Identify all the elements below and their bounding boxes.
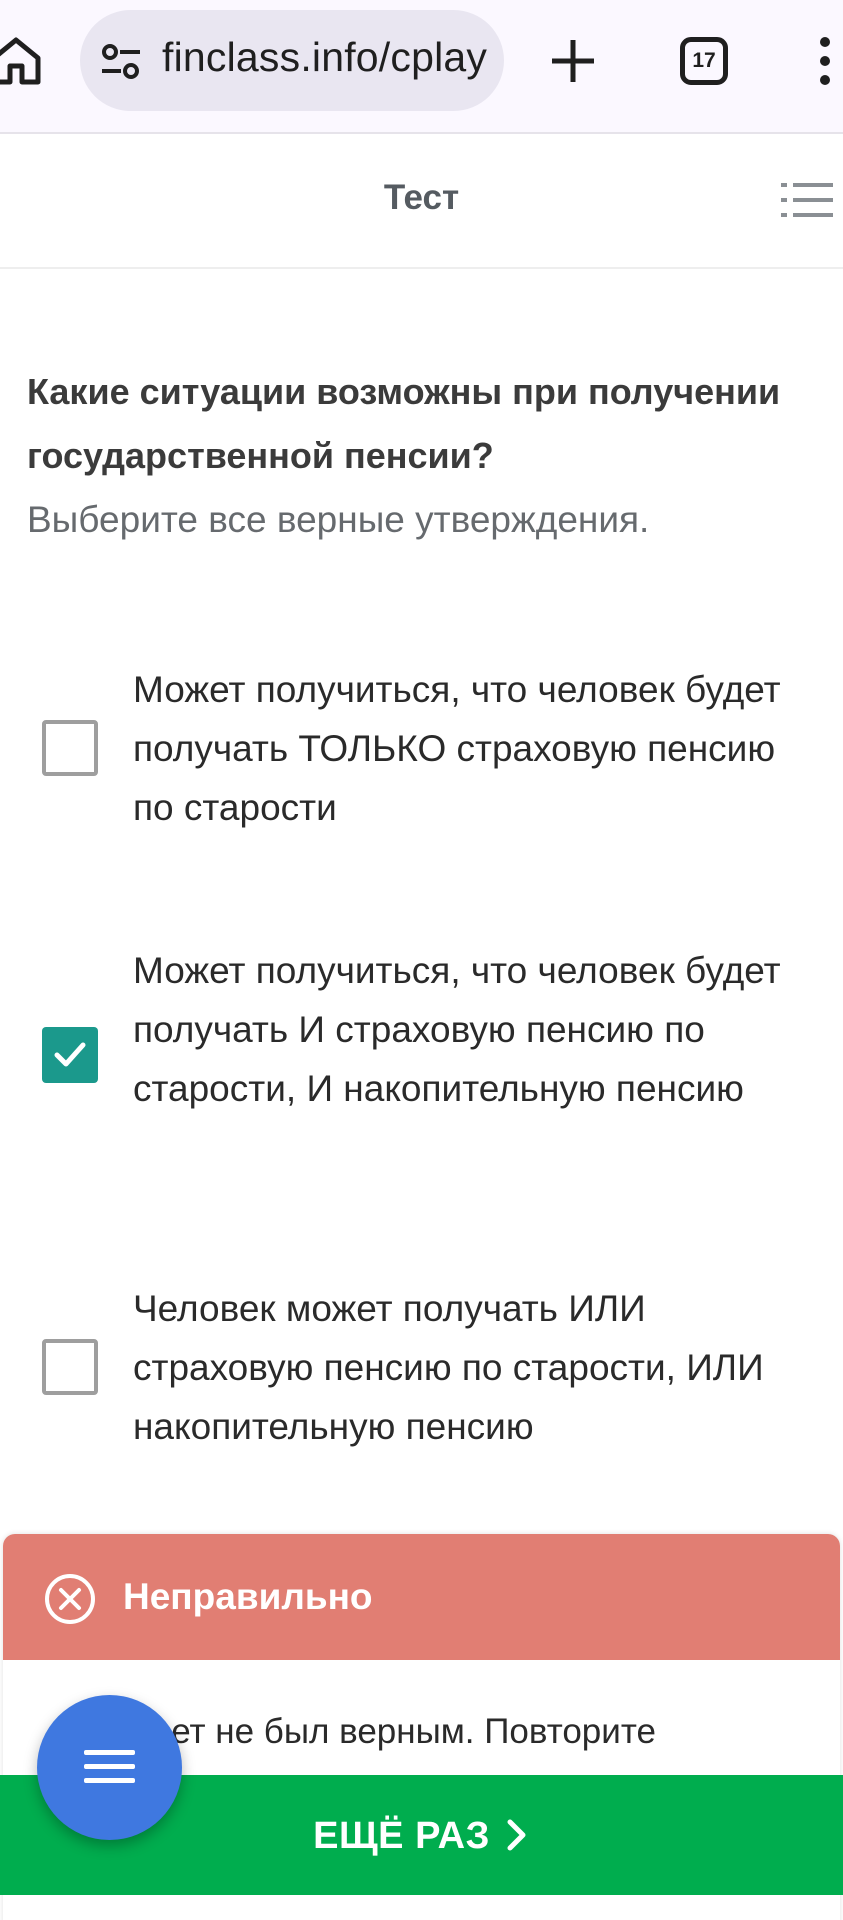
home-icon[interactable] [0, 34, 42, 86]
question-hint: Выберите все верные утверждения. [27, 499, 650, 540]
new-tab-icon[interactable] [550, 38, 596, 84]
more-menu-icon[interactable] [818, 36, 832, 86]
check-icon [54, 1042, 86, 1067]
tab-count: 17 [692, 49, 716, 72]
chevron-right-icon [507, 1819, 526, 1851]
url-text: finclass.info/cplay [162, 34, 488, 80]
list-icon[interactable] [781, 180, 833, 220]
menu-icon [84, 1750, 135, 1783]
answer-option[interactable]: Человек может получать ИЛИ страховую пен… [0, 1279, 843, 1459]
close-circle-icon [45, 1574, 95, 1624]
answer-option-label: Может получиться, что человек будет полу… [133, 669, 781, 828]
feedback-message: вет не был верным. Повторите [153, 1712, 656, 1751]
checkbox[interactable] [42, 1339, 98, 1395]
question-block: Какие ситуации возможны при получении го… [27, 360, 817, 552]
address-bar[interactable]: finclass.info/cplay [80, 10, 504, 111]
page: finclass.info/cplay 17 Тест Какие ситуац… [0, 0, 843, 1920]
feedback-header: Неправильно [3, 1534, 840, 1660]
answer-option-label: Может получиться, что человек будет полу… [133, 950, 781, 1109]
answer-option-label: Человек может получать ИЛИ страховую пен… [133, 1288, 764, 1447]
retry-label: ЕЩЁ РАЗ [313, 1815, 490, 1857]
browser-toolbar: finclass.info/cplay 17 [0, 0, 843, 134]
answer-option[interactable]: Может получиться, что человек будет полу… [0, 941, 843, 1181]
feedback-status: Неправильно [123, 1576, 373, 1617]
question-title: Какие ситуации возможны при получении го… [27, 371, 781, 476]
menu-fab[interactable] [37, 1695, 182, 1840]
site-settings-icon[interactable] [100, 41, 142, 83]
answer-option[interactable]: Может получиться, что человек будет полу… [0, 660, 843, 840]
checkbox-checked[interactable] [42, 1027, 98, 1083]
checkbox[interactable] [42, 720, 98, 776]
tab-switcher-icon[interactable]: 17 [680, 37, 728, 85]
app-header: Тест [0, 136, 843, 269]
page-title: Тест [383, 178, 460, 217]
